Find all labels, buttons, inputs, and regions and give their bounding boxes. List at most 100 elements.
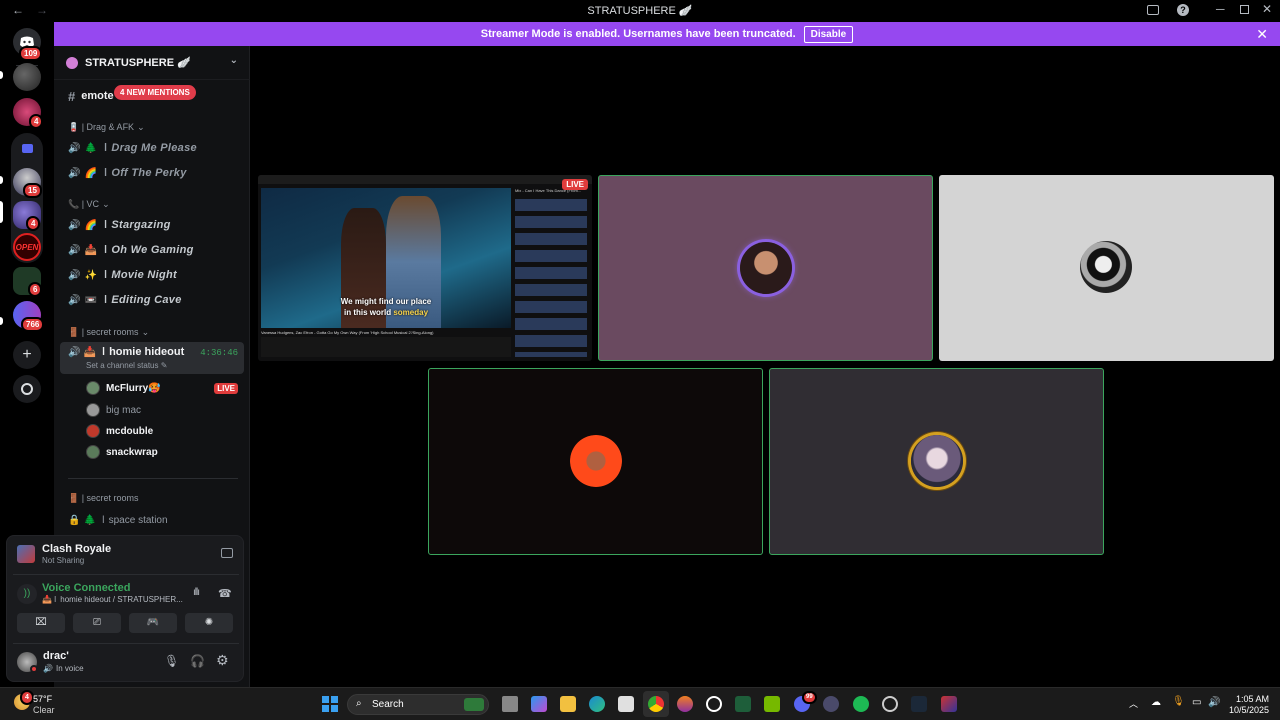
activity-button[interactable]: 🎮 <box>129 613 177 633</box>
speaker-icon: 🔊 <box>68 294 81 306</box>
browser-icon[interactable] <box>677 696 693 712</box>
clock-date[interactable]: 10/5/2025 <box>1219 705 1269 715</box>
user-tile[interactable] <box>939 175 1274 361</box>
voice-status[interactable]: Voice Connected <box>42 582 130 594</box>
edge-icon[interactable] <box>589 696 605 712</box>
server-icon-3[interactable]: 15 <box>13 168 42 198</box>
inbox-icon[interactable] <box>1147 5 1159 15</box>
channel-emoji: 🌲 <box>84 142 98 154</box>
maximize-icon[interactable] <box>1240 5 1249 14</box>
windows-start-icon[interactable] <box>322 696 338 712</box>
app-icon[interactable] <box>941 696 957 712</box>
voice-channel[interactable]: 🔊 🌈 ǀ Stargazing <box>54 216 250 234</box>
avatar <box>86 445 100 459</box>
active-voice-channel[interactable]: 🔊 📥 ǀ homie hideout 4:36:46 Set a channe… <box>60 342 244 374</box>
disconnect-icon[interactable]: ☎ <box>218 587 232 600</box>
category-vc[interactable]: 📞 | VC ⌄ <box>54 198 250 210</box>
xbox-icon[interactable] <box>735 696 751 712</box>
chevron-up-icon[interactable]: ︿ <box>1129 697 1138 710</box>
app-icon[interactable] <box>823 696 839 712</box>
channel-label: Editing Cave <box>111 294 182 306</box>
weather-temp[interactable]: 57°F <box>33 694 52 704</box>
discover-button[interactable] <box>13 375 41 403</box>
voice-channel[interactable]: 🔊 ✨ ǀ Movie Night <box>54 266 250 284</box>
add-server-button[interactable]: + <box>13 341 41 369</box>
app-icon[interactable] <box>882 696 898 712</box>
category-drag-afk[interactable]: 🪫 | Drag & AFK ⌄ <box>54 121 250 133</box>
screen-share-button[interactable]: ⎚ <box>73 613 121 633</box>
close-window-icon[interactable]: ✕ <box>1262 2 1272 16</box>
voice-member[interactable]: big mac <box>54 401 250 419</box>
cloud-icon[interactable]: ☁ <box>1151 697 1161 708</box>
obs-icon[interactable] <box>706 696 722 712</box>
share-screen-icon[interactable] <box>221 548 233 558</box>
user-tile[interactable] <box>428 368 763 555</box>
settings-gear-icon[interactable]: ⚙ <box>216 652 229 669</box>
server-icon-1[interactable] <box>13 63 41 91</box>
clock-time[interactable]: 1:05 AM <box>1225 694 1269 704</box>
copilot-icon[interactable] <box>531 696 547 712</box>
headphones-icon[interactable]: 🎧 <box>190 654 205 668</box>
stream-tile[interactable]: We might find our place in this world so… <box>258 175 592 361</box>
server-icon-open[interactable]: OPEN <box>13 233 41 261</box>
user-avatar <box>1080 241 1132 293</box>
voice-channel[interactable]: 🔊 🌈 ǀ Off The Perky <box>54 164 250 182</box>
banner-close-icon[interactable]: ✕ <box>1256 26 1268 43</box>
speaker-icon: 🔊 <box>68 167 81 179</box>
set-channel-status[interactable]: Set a channel status ✎ <box>86 361 167 370</box>
noise-suppression-icon[interactable]: ıllı <box>193 587 200 598</box>
chevron-down-icon[interactable]: ⌄ <box>230 55 238 66</box>
voice-member[interactable]: mcdouble <box>54 422 250 440</box>
help-icon[interactable]: ? <box>1177 4 1189 16</box>
file-explorer-icon[interactable] <box>560 696 576 712</box>
voice-channel[interactable]: 🔊 📥 ǀ Oh We Gaming <box>54 241 250 259</box>
user-panel: Clash Royale Not Sharing )) Voice Connec… <box>6 535 244 682</box>
home-button[interactable]: 109 <box>13 28 43 61</box>
store-icon[interactable] <box>618 696 634 712</box>
user-avatar <box>570 435 622 487</box>
video-title: Vanessa Hudgens, Zac Efron - Gotta Go My… <box>261 330 434 335</box>
locked-voice-channel[interactable]: 🔒 🌲 ǀ space station <box>54 511 250 529</box>
folder-icon[interactable] <box>13 134 41 162</box>
task-view-icon[interactable] <box>502 696 518 712</box>
new-mentions-pill[interactable]: 4 NEW MENTIONS <box>114 85 196 100</box>
voice-channel[interactable]: 🔊 🌲 ǀ Drag Me Please <box>54 139 250 157</box>
user-tile[interactable] <box>769 368 1104 555</box>
display-icon[interactable]: ▭ <box>1192 697 1201 708</box>
minimize-icon[interactable]: ─ <box>1216 2 1225 16</box>
window-title: STRATUSPHERE 🪽 <box>587 5 693 17</box>
camera-off-button[interactable]: ⌧ <box>17 613 65 633</box>
disable-streamer-mode-button[interactable]: Disable <box>803 25 854 43</box>
steam-icon[interactable] <box>911 696 927 712</box>
category-label: 🚪 | secret rooms <box>68 492 139 503</box>
server-icon-5[interactable]: 6 <box>13 267 43 297</box>
voice-member[interactable]: snackwrap <box>54 443 250 461</box>
microphone-icon[interactable]: 🎙 <box>164 654 179 668</box>
user-status: 🔊 In voice <box>43 664 84 673</box>
weather-badge: 4 <box>20 690 34 705</box>
spotify-icon[interactable] <box>853 696 869 712</box>
server-icon-2[interactable]: 4 <box>13 98 44 129</box>
voice-channel[interactable]: 🔊 📼 ǀ Editing Cave <box>54 291 250 309</box>
taskbar-search-box[interactable]: ⌕ Search <box>347 694 489 715</box>
nvidia-icon[interactable] <box>764 696 780 712</box>
mic-tray-icon[interactable]: 🎙 <box>1172 696 1185 707</box>
user-tile[interactable] <box>598 175 933 361</box>
unread-pill-2 <box>0 176 3 184</box>
compass-icon <box>21 383 33 395</box>
gamepad-icon: 🎮 <box>146 617 160 628</box>
category-secret-rooms[interactable]: 🚪 | secret rooms ⌄ <box>54 326 250 338</box>
soundboard-button[interactable]: ✺ <box>185 613 233 633</box>
voice-member[interactable]: McFlurry🥵 LIVE <box>54 379 250 397</box>
category-secret-rooms-2[interactable]: 🚪 | secret rooms <box>54 492 250 504</box>
chrome-icon[interactable] <box>648 696 664 712</box>
channel-label: space station <box>108 514 168 526</box>
lock-icon: 🔒 <box>68 514 81 526</box>
user-name[interactable]: drac' <box>43 650 69 662</box>
server-header[interactable]: STRATUSPHERE 🪽 ⌄ <box>54 46 250 80</box>
server-icon-stratusphere[interactable]: 4 <box>13 201 41 231</box>
video-player[interactable]: We might find our place in this world so… <box>261 188 511 328</box>
recommended-list[interactable] <box>515 197 587 357</box>
voice-channel-path[interactable]: 📥 ǀ homie hideout / STRATUSPHER... <box>42 595 183 604</box>
server-icon-6[interactable]: 766 <box>13 301 45 332</box>
